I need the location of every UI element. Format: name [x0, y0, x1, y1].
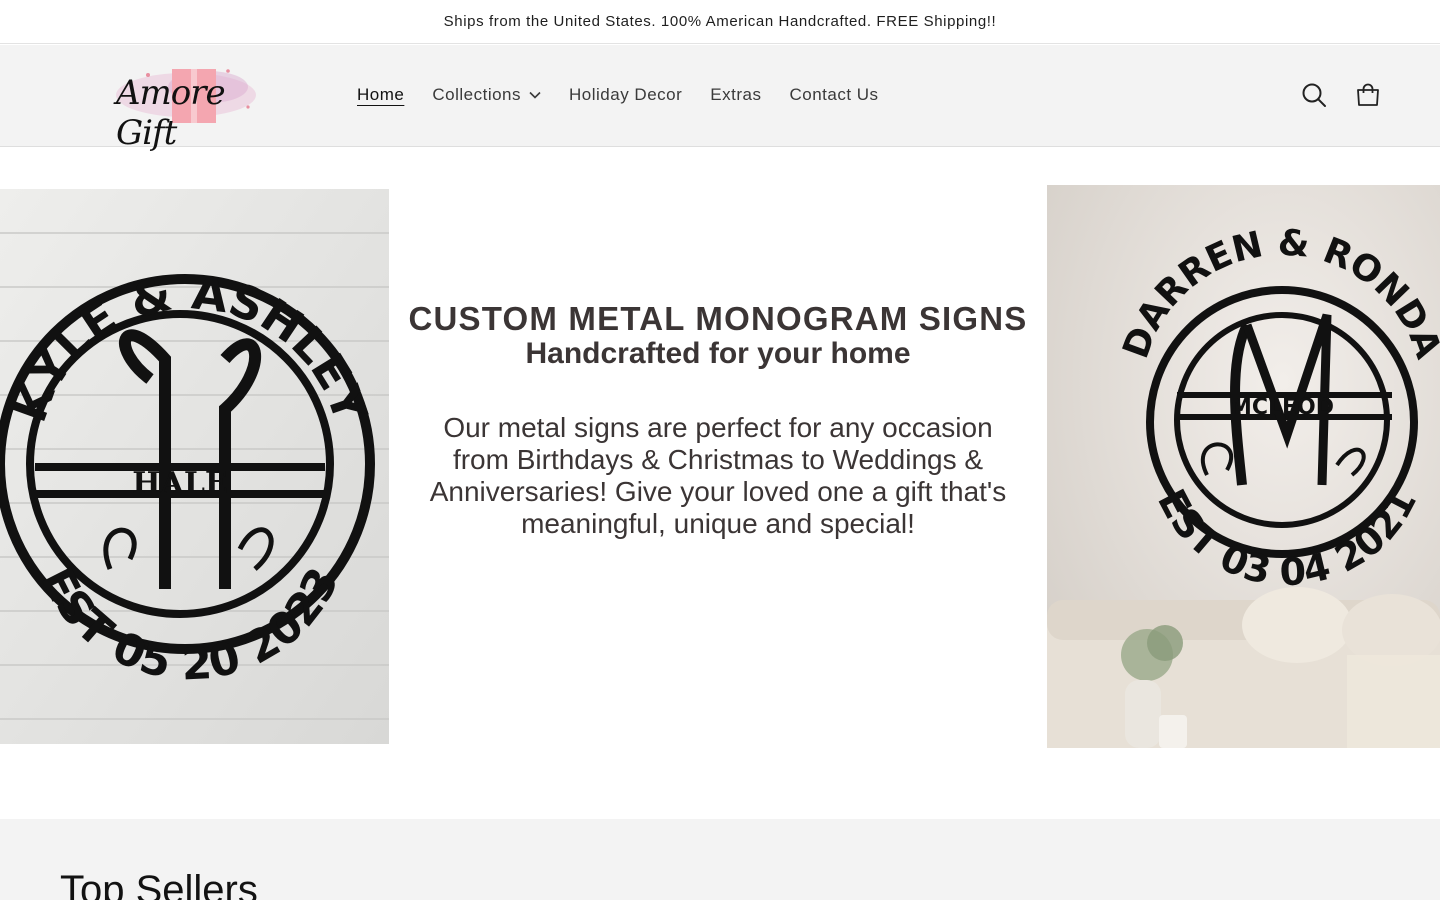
store-logo[interactable]: Amore Gift [108, 59, 268, 153]
nav-contact-us[interactable]: Contact Us [775, 75, 892, 115]
hero-description: Our metal signs are perfect for any occa… [429, 412, 1007, 539]
monogram-sign-hale-image: KYLE & ASHLEY EST 05 20 2023 HALE [0, 189, 389, 744]
hero-image-left: KYLE & ASHLEY EST 05 20 2023 HALE [0, 189, 389, 744]
site-header: Amore Gift Home Collections Holiday Deco… [0, 45, 1440, 153]
nav-home[interactable]: Home [343, 75, 418, 115]
logo-wordmark: Amore Gift [116, 73, 226, 153]
chevron-down-icon [529, 91, 541, 99]
monogram-sign-mcleod-image: DARREN & RONDA EST 03 04 2021 MCLEOD [1047, 185, 1440, 748]
hero-title: CUSTOM METAL MONOGRAM SIGNS [408, 300, 1028, 337]
left-sign-name: HALE [132, 466, 228, 501]
right-sign-name: MCLEOD [1230, 395, 1334, 420]
search-button[interactable] [1294, 75, 1334, 115]
nav-extras-label: Extras [710, 85, 762, 104]
announcement-bar: Ships from the United States. 100% Ameri… [0, 0, 1440, 44]
search-icon [1302, 83, 1326, 107]
nav-holiday-decor[interactable]: Holiday Decor [555, 75, 696, 115]
hero-text-block: CUSTOM METAL MONOGRAM SIGNS Handcrafted … [400, 300, 1036, 540]
cart-button[interactable] [1348, 75, 1388, 115]
nav-extras[interactable]: Extras [696, 75, 775, 115]
nav-collections[interactable]: Collections [418, 75, 555, 115]
nav-contact-us-label: Contact Us [789, 85, 879, 104]
top-sellers-heading: Top Sellers [60, 868, 258, 900]
hero-image-right: DARREN & RONDA EST 03 04 2021 MCLEOD [1047, 185, 1440, 748]
cart-icon [1357, 83, 1379, 106]
nav-home-label: Home [357, 85, 405, 104]
nav-collections-label: Collections [432, 85, 522, 104]
nav-holiday-decor-label: Holiday Decor [569, 85, 683, 104]
main-nav: Home Collections Holiday Decor Extras Co… [343, 45, 893, 145]
hero-subtitle: Handcrafted for your home [525, 337, 911, 370]
announcement-text: Ships from the United States. 100% Ameri… [443, 13, 997, 30]
top-sellers-section: Top Sellers [0, 819, 1440, 900]
